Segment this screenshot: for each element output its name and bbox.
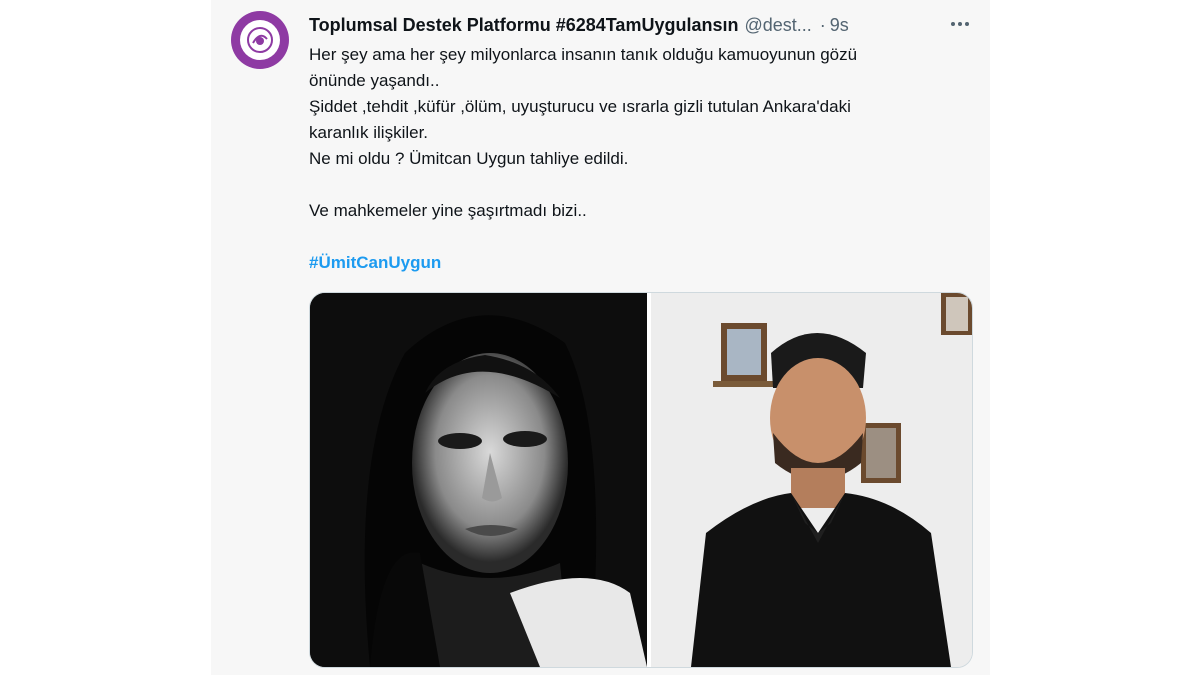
tweet-timestamp[interactable]: 9s [830, 15, 849, 36]
tweet-card[interactable]: Toplumsal Destek Platformu #6284TamUygul… [211, 0, 990, 675]
organization-logo-icon [240, 20, 280, 60]
tweet-header: Toplumsal Destek Platformu #6284TamUygul… [309, 12, 909, 38]
tweet-closing-line: Ve mahkemeler yine şaşırtmadı bizi.. [309, 201, 587, 220]
tweet-media [309, 292, 973, 668]
author-name[interactable]: Toplumsal Destek Platformu #6284TamUygul… [309, 15, 738, 36]
photo-man-portrait[interactable] [651, 293, 972, 667]
tweet-line: Ne mi oldu ? Ümitcan Uygun tahliye edild… [309, 149, 629, 168]
author-handle[interactable]: @dest... [744, 15, 811, 36]
tweet-line: önünde yaşandı.. [309, 71, 440, 90]
separator-dot: · [819, 14, 826, 35]
tweet-line: karanlık ilişkiler. [309, 123, 429, 142]
tweet-line: Şiddet ,tehdit ,küfür ,ölüm, uyuşturucu … [309, 97, 851, 116]
avatar[interactable] [231, 11, 289, 69]
tweet-text: Her şey ama her şey milyonlarca insanın … [309, 42, 969, 276]
more-options-icon[interactable] [946, 10, 974, 38]
tweet-line: Her şey ama her şey milyonlarca insanın … [309, 45, 858, 64]
hashtag-link[interactable]: #ÜmitCanUygun [309, 253, 441, 272]
photo-woman-portrait[interactable] [310, 293, 651, 667]
